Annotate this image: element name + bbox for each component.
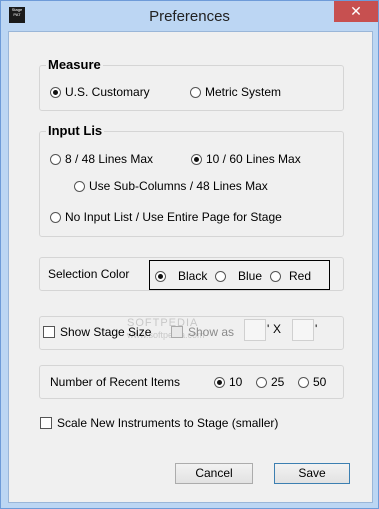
radio-circle [214,376,225,388]
cancel-button[interactable]: Cancel [175,463,253,484]
radio-recent-10[interactable]: 10 [214,375,242,389]
checkbox-box [171,326,183,338]
measure-group: Measure U.S. Customary Metric System [39,57,344,111]
radio-label: Use Sub-Columns / 48 Lines Max [89,179,268,193]
radio-circle [50,153,61,165]
radio-label: 8 / 48 Lines Max [65,152,154,166]
radio-label: 10 [229,375,243,389]
radio-label: Metric System [205,85,282,99]
save-button[interactable]: Save [274,463,350,484]
checkbox-box [43,326,55,338]
radio-circle [50,86,61,98]
show-as-checkbox[interactable]: Show as [171,325,234,339]
radio-circle [215,270,226,282]
radio-red[interactable]: Red [270,269,311,283]
radio-black[interactable]: Black [155,269,207,283]
recent-items-group: Number of Recent Items 10 25 50 [39,365,344,399]
stage-width-field[interactable] [244,319,266,341]
radio-label: Black [178,269,208,283]
radio-circle [298,376,309,388]
radio-us-customary[interactable]: U.S. Customary [50,85,150,99]
checkbox-label: Scale New Instruments to Stage (smaller) [57,416,279,430]
radio-8-48-lines[interactable]: 8 / 48 Lines Max [50,152,153,166]
radio-no-input-list[interactable]: No Input List / Use Entire Page for Stag… [50,210,282,224]
show-stage-size-checkbox[interactable]: Show Stage Size [43,325,151,339]
measure-group-label: Measure [46,57,103,72]
radio-blue[interactable]: Blue [215,269,262,283]
recent-items-label: Number of Recent Items [50,375,181,389]
dialog-body: Measure U.S. Customary Metric System Inp… [8,31,373,503]
radio-circle [50,211,61,223]
feet-mark-1: ' [267,322,270,336]
radio-circle [74,180,85,192]
times-separator: X [273,322,282,336]
radio-circle [155,270,166,282]
input-list-group-label: Input Lis [46,123,105,138]
radio-label: No Input List / Use Entire Page for Stag… [65,210,282,224]
checkbox-label: Show as [188,325,235,339]
input-list-group: Input Lis 8 / 48 Lines Max 10 / 60 Lines… [39,123,344,237]
checkbox-box [40,417,52,429]
close-button[interactable]: ✕ [334,1,378,22]
radio-circle [190,86,201,98]
radio-circle [256,376,267,388]
radio-sub-columns[interactable]: Use Sub-Columns / 48 Lines Max [74,179,268,193]
radio-circle [270,270,281,282]
radio-circle [191,153,202,165]
title-bar[interactable]: Stage PAT Preferences ✕ [1,1,378,31]
radio-label: U.S. Customary [65,85,150,99]
preferences-window: Stage PAT Preferences ✕ Measure U.S. Cus… [0,0,379,509]
radio-label: 50 [313,375,327,389]
window-title: Preferences [149,8,230,25]
stage-height-field[interactable] [292,319,314,341]
radio-recent-50[interactable]: 50 [298,375,326,389]
feet-mark-2: ' [315,322,318,336]
radio-metric-system[interactable]: Metric System [190,85,281,99]
checkbox-label: Show Stage Size [60,325,152,339]
selection-color-options: Black Blue Red [149,260,330,290]
radio-10-60-lines[interactable]: 10 / 60 Lines Max [191,152,301,166]
radio-label: Blue [238,269,263,283]
radio-label: 10 / 60 Lines Max [206,152,301,166]
scale-instruments-checkbox[interactable]: Scale New Instruments to Stage (smaller) [40,416,278,430]
selection-color-label: Selection Color [48,267,130,281]
radio-label: 25 [271,375,285,389]
radio-recent-25[interactable]: 25 [256,375,284,389]
radio-label: Red [289,269,312,283]
